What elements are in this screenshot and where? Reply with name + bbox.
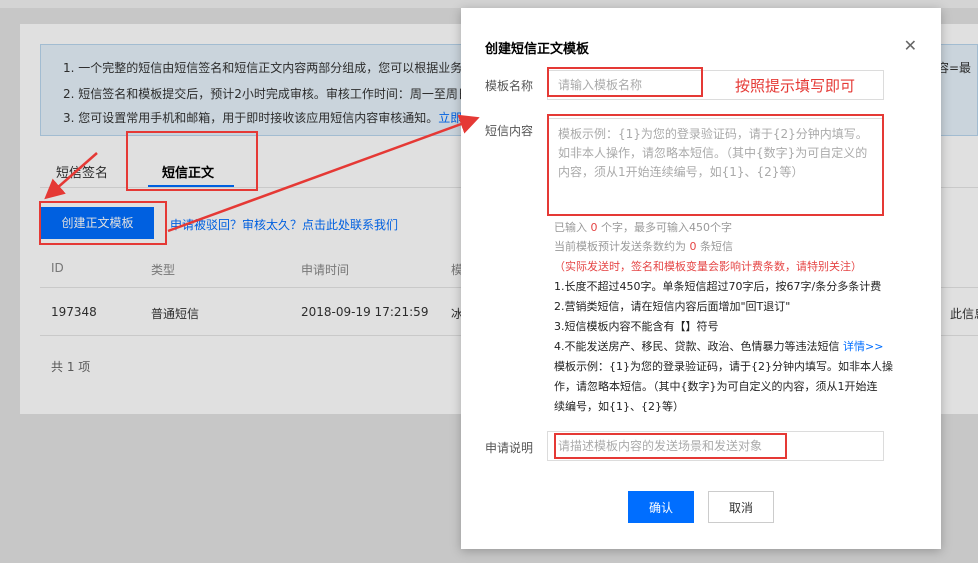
- arrow-to-create: [44, 152, 98, 200]
- arrow-to-dialog: [167, 114, 480, 233]
- annotation-arrows: [44, 114, 480, 233]
